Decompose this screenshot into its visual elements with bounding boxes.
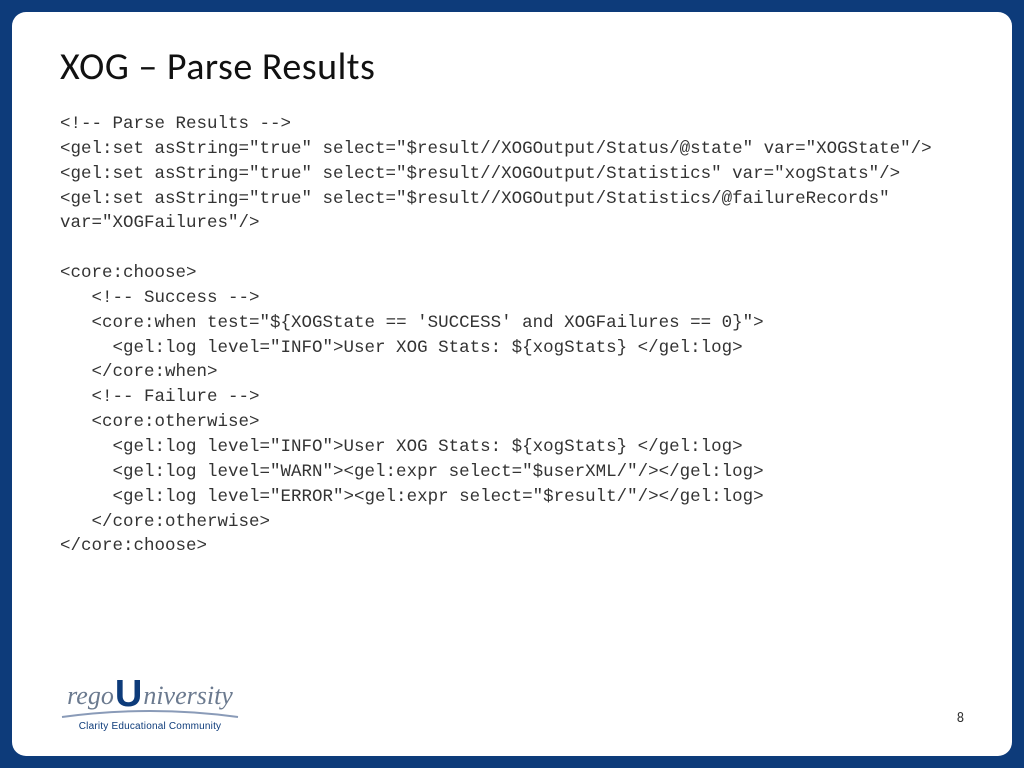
logo-prefix: rego — [67, 683, 114, 709]
slide-title: XOG – Parse Results — [60, 44, 964, 90]
logo: regoUniversity Clarity Educational Commu… — [60, 673, 240, 732]
logo-swoosh-icon — [60, 709, 240, 719]
slide-footer: regoUniversity Clarity Educational Commu… — [60, 673, 964, 732]
slide-frame: XOG – Parse Results <!-- Parse Results -… — [12, 12, 1012, 756]
logo-tagline: Clarity Educational Community — [79, 721, 222, 732]
code-block: <!-- Parse Results --> <gel:set asString… — [60, 112, 964, 559]
page-number: 8 — [957, 709, 964, 732]
logo-wordmark: regoUniversity — [67, 673, 233, 711]
logo-suffix: niversity — [143, 683, 233, 709]
logo-u-glyph: U — [115, 675, 142, 713]
